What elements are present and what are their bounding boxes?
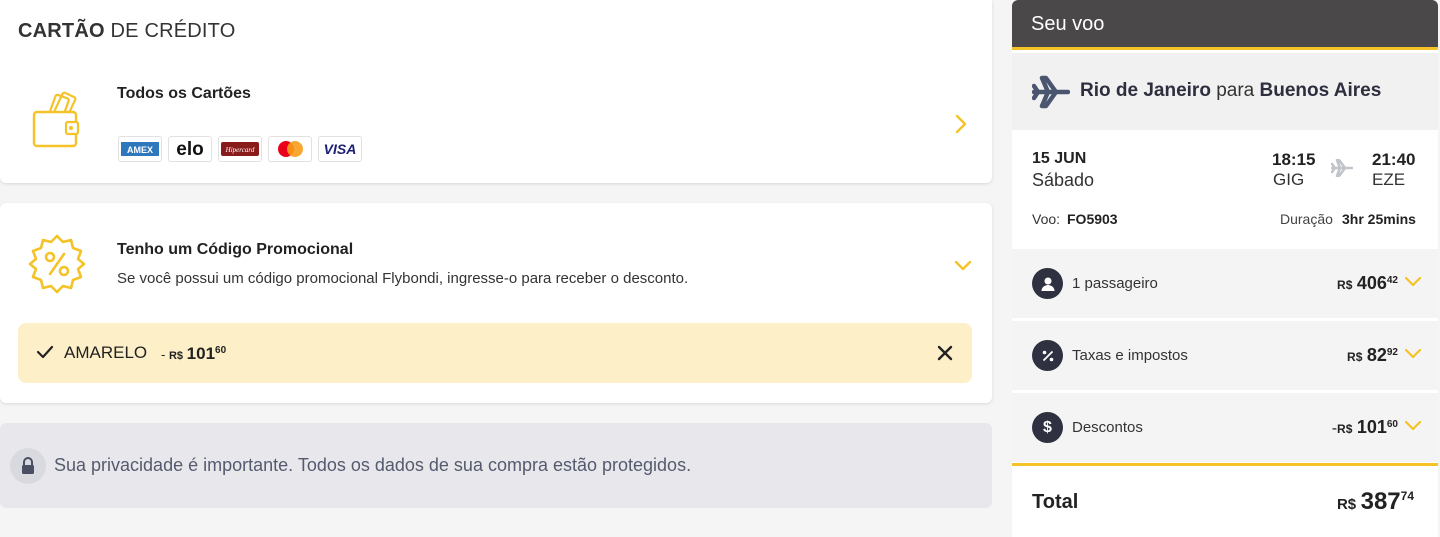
flight-weekday: Sábado [1032,170,1095,190]
route-text: Rio de Janeiro para Buenos Aires [1080,80,1381,102]
summary-header: Seu voo [1012,0,1438,50]
discounts-amount: -R$ 10160 [1332,417,1398,438]
passenger-row[interactable]: 1 passageiro R$ 40642 [1012,249,1438,318]
privacy-text: Sua privacidade é importante. Todos os d… [54,455,692,475]
percent-icon [1032,340,1063,371]
flight-number-label: Voo: [1032,211,1061,227]
passenger-amount-cents: 42 [1386,275,1398,286]
card-brands: AMEX elo Hipercard VISA [118,136,362,162]
credit-card-section: CARTÃO DE CRÉDITO Todos os Cartões AMEX … [0,0,992,183]
departure-time: 18:15 [1272,150,1316,169]
visa-text: VISA [324,141,357,157]
hipercard-text: Hipercard [225,146,255,154]
route-bar: Rio de Janeiro para Buenos Aires [1012,53,1438,130]
flight-summary: Seu voo Rio de Janeiro para Buenos Aires… [1012,0,1438,537]
flight-details: 15 JUN Sábado 18:15 GIG 21:40 EZE Voo: F… [1012,130,1438,248]
chevron-down-icon[interactable] [1404,419,1422,437]
promo-description: Se você possui um código promocional Fly… [117,270,689,287]
destination-city: Buenos Aires [1259,80,1382,101]
passenger-label: 1 passageiro [1072,275,1158,292]
promo-discount-currency: R$ [168,350,184,362]
duration-label: Duração [1280,211,1333,227]
taxes-amount-int: 82 [1366,345,1387,365]
total-amount: R$ 38774 [1337,488,1414,516]
taxes-row[interactable]: Taxas e impostos R$ 8292 [1012,321,1438,390]
discounts-amount-int: 101 [1356,417,1387,437]
flight-date: 15 JUN [1032,150,1087,167]
discounts-amount-currency: R$ [1337,422,1353,436]
check-icon [36,345,54,364]
elo-logo: elo [168,136,212,162]
duration-value: 3hr 25mins [1342,211,1416,227]
amex-logo: AMEX [118,136,162,162]
airplane-small-icon [1330,158,1354,182]
origin-city: Rio de Janeiro [1080,80,1211,101]
discounts-row[interactable]: $ Descontos -R$ 10160 [1012,393,1438,462]
taxes-amount-currency: R$ [1347,350,1363,364]
discount-badge-icon [26,233,88,300]
applied-promo-code: AMARELO - R$ 10160 [18,323,972,383]
total-currency: R$ [1336,496,1357,513]
chevron-down-icon[interactable] [1404,275,1422,293]
total-int: 387 [1360,488,1401,515]
chevron-right-icon[interactable] [954,114,968,139]
lock-icon [10,448,46,484]
discounts-amount-cents: 60 [1386,419,1398,430]
departure-airport: GIG [1273,170,1305,189]
dollar-icon: $ [1032,412,1063,443]
total-cents: 74 [1400,489,1414,503]
total-row: Total R$ 38774 [1012,463,1438,537]
taxes-amount-cents: 92 [1386,347,1398,358]
amex-text: AMEX [127,145,153,155]
remove-code-button[interactable] [937,345,953,366]
flight-number: FO5903 [1067,211,1118,227]
chevron-down-icon[interactable] [1404,347,1422,365]
total-label: Total [1032,491,1079,513]
section-title: CARTÃO DE CRÉDITO [18,20,236,42]
taxes-amount: R$ 8292 [1347,345,1398,366]
airplane-icon [1031,75,1071,114]
mastercard-logo [268,136,312,162]
hipercard-logo: Hipercard [218,136,262,162]
taxes-label: Taxas e impostos [1072,347,1188,364]
promo-code-section: Tenho um Código Promocional Se você poss… [0,203,992,403]
promo-discount-amount: - R$ 10160 [161,344,226,364]
promo-discount-sign: - [161,347,166,362]
summary-title: Seu voo [1031,13,1105,35]
user-icon [1032,268,1063,299]
passenger-amount: R$ 40642 [1337,273,1398,294]
promo-discount-int: 101 [186,344,216,363]
promo-title[interactable]: Tenho um Código Promocional [117,241,353,259]
elo-text: elo [176,139,203,160]
visa-logo: VISA [318,136,362,162]
arrival-time: 21:40 [1372,150,1416,169]
passenger-amount-int: 406 [1356,273,1387,293]
privacy-notice: Sua privacidade é importante. Todos os d… [0,423,992,508]
wallet-icon [30,90,80,153]
discounts-label: Descontos [1072,419,1143,436]
route-connector: para [1216,80,1255,101]
arrival-airport: EZE [1372,170,1406,189]
promo-code-name: AMARELO [64,343,148,362]
all-cards-title[interactable]: Todos os Cartões [117,85,251,103]
promo-discount-cents: 60 [215,345,227,356]
chevron-down-icon[interactable] [953,259,973,278]
passenger-amount-currency: R$ [1337,278,1353,292]
